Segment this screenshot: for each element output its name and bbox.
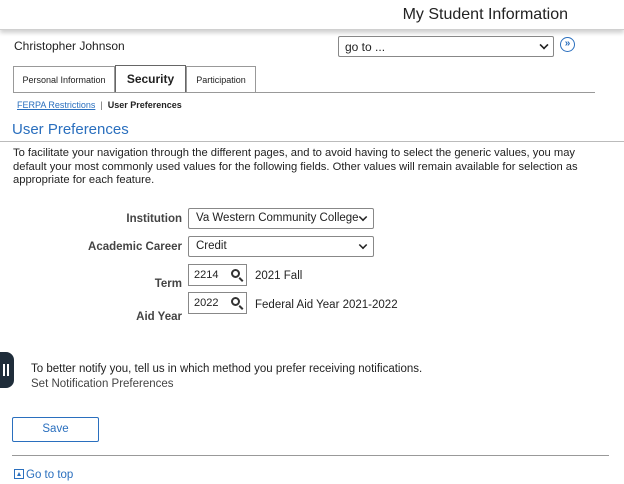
goto-select[interactable]: go to ... (338, 36, 554, 57)
bottom-divider (12, 455, 609, 456)
academic-career-select[interactable]: Credit (188, 236, 374, 257)
tab-participation[interactable]: Participation (186, 66, 256, 92)
pause-bar-icon (7, 364, 9, 376)
aid-year-value: 2022 (194, 297, 219, 309)
chevron-down-icon (539, 40, 549, 50)
pause-bar-icon (3, 364, 5, 376)
term-input[interactable]: 2214 (188, 264, 247, 286)
term-value: 2214 (194, 269, 219, 281)
go-to-top-label: Go to top (26, 469, 74, 481)
ferpa-restrictions-link[interactable]: FERPA Restrictions (17, 100, 95, 110)
side-panel-toggle[interactable] (0, 352, 14, 388)
academic-career-label: Academic Career (88, 241, 182, 253)
institution-value: Va Western Community College (196, 212, 359, 224)
chevron-down-icon (358, 240, 368, 250)
aid-year-input[interactable]: 2022 (188, 292, 247, 314)
notify-text: To better notify you, tell us in which m… (31, 363, 423, 375)
save-button[interactable]: Save (12, 417, 99, 442)
breadcrumb-current: User Preferences (107, 100, 182, 110)
intro-text: To facilitate your navigation through th… (13, 147, 578, 187)
user-name: Christopher Johnson (14, 39, 125, 53)
go-to-top-link[interactable]: Go to top (14, 469, 73, 481)
tab-personal-information[interactable]: Personal Information (13, 66, 115, 92)
term-label: Term (154, 278, 182, 290)
breadcrumb: FERPA Restrictions | User Preferences (17, 100, 182, 110)
term-description: 2021 Fall (255, 270, 303, 282)
page-header: My Student Information (0, 0, 624, 30)
search-icon[interactable] (231, 269, 240, 278)
title-divider (0, 141, 624, 142)
chevron-down-icon (358, 212, 368, 222)
tabs-divider (13, 92, 595, 93)
goto-select-value: go to ... (345, 40, 386, 54)
go-to-top-icon (14, 469, 24, 479)
header-title: My Student Information (402, 6, 568, 23)
set-notification-preferences-link[interactable]: Set Notification Preferences (31, 378, 174, 390)
page-title: User Preferences (12, 121, 129, 138)
institution-select[interactable]: Va Western Community College (188, 208, 374, 229)
institution-label: Institution (126, 213, 182, 225)
aid-year-description: Federal Aid Year 2021-2022 (255, 299, 398, 311)
go-arrow-icon[interactable]: » (560, 37, 575, 52)
academic-career-value: Credit (196, 240, 227, 252)
tab-security[interactable]: Security (115, 65, 186, 92)
search-icon[interactable] (231, 297, 240, 306)
aid-year-label: Aid Year (136, 311, 182, 323)
breadcrumb-separator: | (100, 100, 103, 110)
